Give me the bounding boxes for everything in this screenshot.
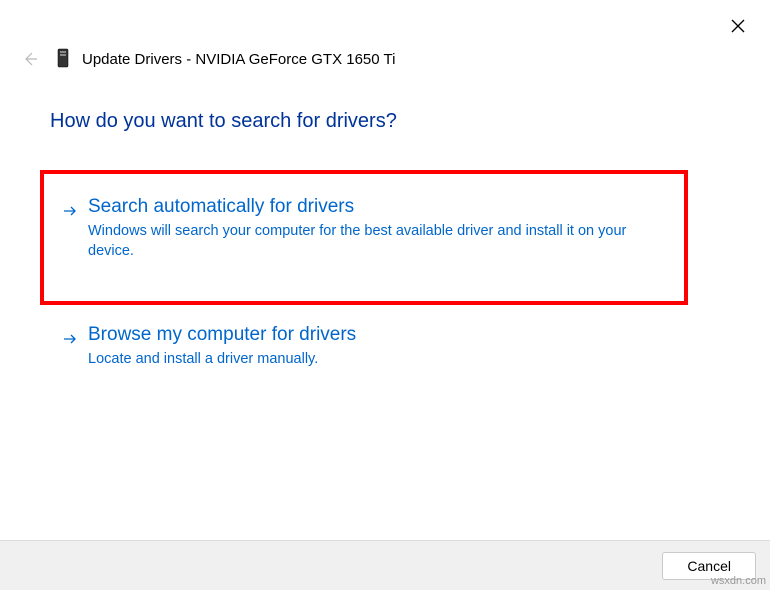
option-title: Search automatically for drivers bbox=[88, 196, 666, 218]
option-description: Locate and install a driver manually. bbox=[88, 350, 666, 370]
footer-bar: Cancel bbox=[0, 540, 770, 590]
option-browse-computer[interactable]: Browse my computer for drivers Locate an… bbox=[40, 312, 688, 380]
close-icon bbox=[731, 19, 745, 33]
arrow-right-icon bbox=[62, 203, 78, 219]
window-title: Update Drivers - NVIDIA GeForce GTX 1650… bbox=[56, 48, 395, 70]
back-button[interactable] bbox=[20, 49, 40, 69]
back-arrow-icon bbox=[22, 51, 38, 67]
option-search-automatically[interactable]: Search automatically for drivers Windows… bbox=[40, 170, 688, 305]
option-text-block: Search automatically for drivers Windows… bbox=[88, 196, 666, 261]
option-text-block: Browse my computer for drivers Locate an… bbox=[88, 324, 666, 370]
option-description: Windows will search your computer for th… bbox=[88, 222, 666, 261]
watermark: wsxdn.com bbox=[711, 575, 766, 587]
title-text: Update Drivers - NVIDIA GeForce GTX 1650… bbox=[82, 51, 395, 68]
close-button[interactable] bbox=[726, 14, 750, 38]
arrow-right-icon bbox=[62, 331, 78, 347]
option-title: Browse my computer for drivers bbox=[88, 324, 666, 346]
header: Update Drivers - NVIDIA GeForce GTX 1650… bbox=[20, 48, 395, 70]
device-icon bbox=[56, 48, 72, 70]
page-heading: How do you want to search for drivers? bbox=[50, 110, 397, 133]
